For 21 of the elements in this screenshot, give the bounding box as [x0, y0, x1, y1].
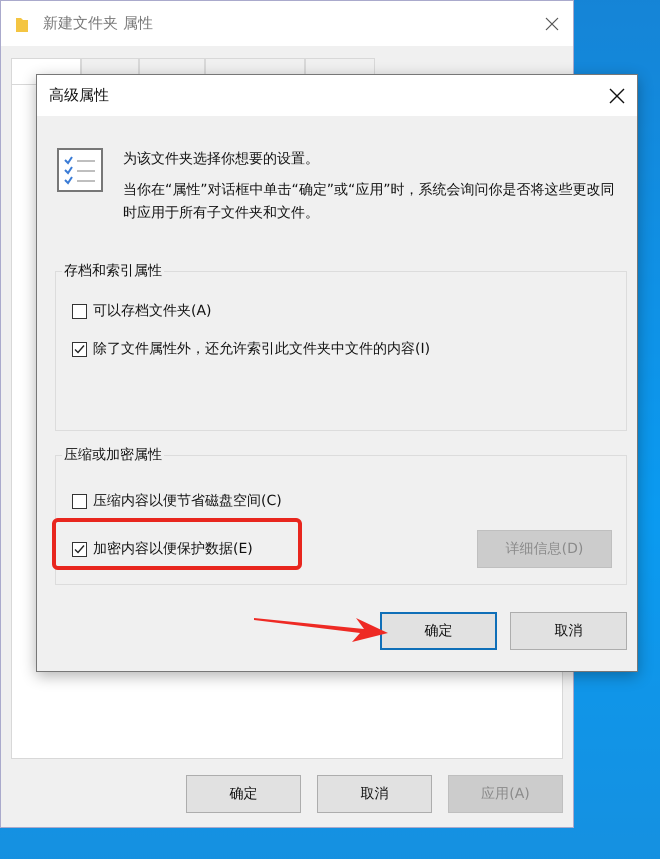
button[interactable]: 确定	[186, 775, 301, 813]
group-title: 存档和索引属性	[62, 262, 164, 280]
button[interactable]: 取消	[317, 775, 432, 813]
checkbox-option[interactable]: 加密内容以便保护数据(E)	[72, 540, 253, 558]
instruction-text: 为该文件夹选择你想要的设置。	[123, 150, 320, 169]
window-title: 新建文件夹 属性	[43, 14, 153, 33]
checkbox-option[interactable]: 压缩内容以便节省磁盘空间(C)	[72, 492, 282, 510]
button[interactable]: 取消	[510, 612, 627, 650]
button[interactable]: 确定	[380, 612, 497, 650]
group-title: 压缩或加密属性	[62, 446, 164, 464]
checklist-icon	[57, 148, 103, 192]
checkbox[interactable]	[72, 304, 87, 318]
instruction-text: 当你在“属性”对话框中单击“确定”或“应用”时，系统会询问你是否将这些更改同时应用于所有子文件夹和文件。	[123, 181, 616, 223]
checkbox-option[interactable]: 除了文件属性外，还允许索引此文件夹中文件的内容(I)	[72, 340, 430, 358]
dialog-title: 高级属性	[49, 86, 109, 105]
checkbox[interactable]	[72, 342, 87, 356]
close-icon	[609, 88, 625, 104]
checkbox[interactable]	[72, 494, 87, 508]
checkbox[interactable]	[72, 542, 87, 556]
close-icon	[545, 16, 559, 30]
checkbox-option[interactable]: 可以存档文件夹(A)	[72, 302, 212, 320]
